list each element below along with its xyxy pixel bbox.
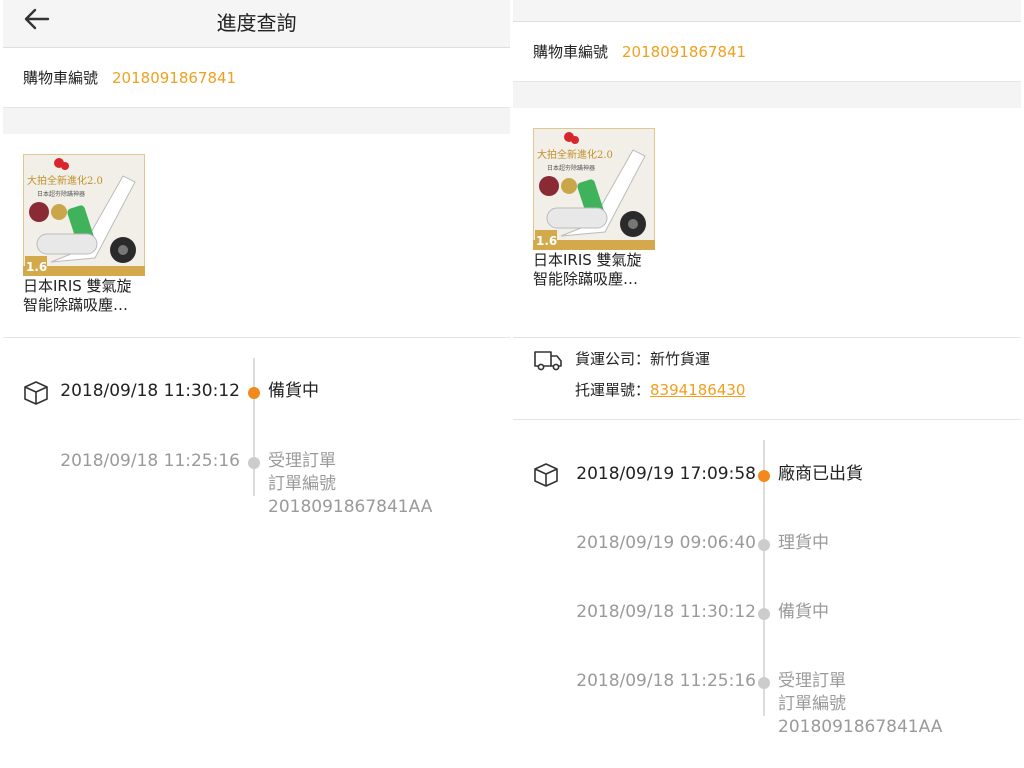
timeline-status: 廠商已出貨 bbox=[778, 464, 863, 484]
product-name-line2: 智能除蹣吸塵… bbox=[23, 296, 129, 314]
cart-number-label: 購物車編號 bbox=[533, 43, 609, 61]
product-item[interactable]: 大拍全新進化2.0 日本超夯除蹣神器 1.6 日本IRIS 雙氣旋 智能除蹣吸塵… bbox=[3, 134, 510, 338]
tracking-number-row: 托運單號：8394186430 bbox=[575, 379, 745, 400]
product-thumbnail[interactable]: 大拍全新進化2.0 日本超夯除蹣神器 1.6 bbox=[533, 128, 655, 250]
timeline-time: 2018/09/19 09:06:40 bbox=[576, 533, 756, 553]
timeline-dot-active bbox=[758, 470, 770, 482]
timeline-time: 2018/09/18 11:30:12 bbox=[576, 602, 756, 622]
product-name-line2: 智能除蹣吸塵… bbox=[533, 270, 639, 288]
timeline-time: 2018/09/18 11:25:16 bbox=[60, 451, 240, 471]
timeline-time: 2018/09/18 11:30:12 bbox=[60, 381, 240, 401]
product-name-line1: 日本IRIS 雙氣旋 bbox=[23, 277, 132, 295]
product-image-headline: 大拍全新進化2.0 bbox=[27, 174, 103, 187]
product-image-headline: 大拍全新進化2.0 bbox=[537, 148, 613, 161]
timeline-line bbox=[253, 358, 255, 496]
cart-number-row: 購物車編號 2018091867841 bbox=[3, 48, 510, 108]
order-number-value: 2018091867841AA bbox=[268, 497, 433, 517]
shipping-company-label: 貨運公司： bbox=[575, 350, 651, 368]
order-progress-panel-left: 進度查詢 購物車編號 2018091867841 大拍全新進化2.0 日本超夯除… bbox=[3, 0, 510, 768]
product-image-badge: 1.6 bbox=[536, 234, 557, 248]
order-number-label: 訂單編號 bbox=[268, 474, 336, 494]
order-timeline: 2018/09/18 11:30:12 備貨中 2018/09/18 11:25… bbox=[3, 338, 510, 638]
shipping-info: 貨運公司：新竹貨運 托運單號：8394186430 bbox=[513, 338, 1021, 420]
timeline-status-text: 受理訂單 bbox=[778, 671, 846, 691]
product-name[interactable]: 日本IRIS 雙氣旋 智能除蹣吸塵… bbox=[533, 251, 663, 289]
timeline-dot bbox=[248, 457, 260, 469]
order-timeline: 2018/09/19 17:09:58 廠商已出貨 2018/09/19 09:… bbox=[513, 420, 1021, 768]
shipping-company-row: 貨運公司：新竹貨運 bbox=[575, 348, 710, 369]
timeline-dot bbox=[758, 539, 770, 551]
timeline-status: 備貨中 bbox=[778, 602, 829, 622]
header-bar-partial bbox=[513, 0, 1021, 22]
timeline-status: 受理訂單 訂單編號 2018091867841AA bbox=[778, 670, 942, 739]
truck-icon bbox=[534, 351, 562, 371]
timeline-dot bbox=[758, 608, 770, 620]
cart-number-value: 2018091867841 bbox=[112, 68, 237, 87]
timeline-time: 2018/09/19 17:09:58 bbox=[576, 464, 756, 484]
order-progress-panel-right: 購物車編號 2018091867841 大拍全新進化2.0 日本超夯除蹣神器 1… bbox=[513, 0, 1021, 768]
timeline-status: 理貨中 bbox=[778, 533, 829, 553]
package-icon bbox=[534, 463, 558, 487]
shipping-company-value: 新竹貨運 bbox=[650, 350, 711, 368]
timeline-dot bbox=[758, 677, 770, 689]
product-item[interactable]: 大拍全新進化2.0 日本超夯除蹣神器 1.6 日本IRIS 雙氣旋 智能除蹣吸塵… bbox=[513, 108, 1021, 338]
order-number-label: 訂單編號 bbox=[778, 694, 846, 714]
product-image-subtitle: 日本超夯除蹣神器 bbox=[547, 164, 595, 172]
product-name[interactable]: 日本IRIS 雙氣旋 智能除蹣吸塵… bbox=[23, 277, 153, 315]
package-icon bbox=[24, 381, 48, 405]
product-image-badge: 1.6 bbox=[26, 260, 47, 274]
cart-number-row: 購物車編號 2018091867841 bbox=[513, 22, 1021, 82]
timeline-status: 受理訂單 訂單編號 2018091867841AA bbox=[268, 450, 432, 519]
tracking-number-label: 托運單號： bbox=[575, 381, 651, 399]
product-image-subtitle: 日本超夯除蹣神器 bbox=[37, 190, 85, 198]
timeline-status: 備貨中 bbox=[268, 381, 319, 401]
timeline-dot-active bbox=[248, 387, 260, 399]
cart-number-label: 購物車編號 bbox=[23, 69, 99, 87]
tracking-number-link[interactable]: 8394186430 bbox=[650, 381, 745, 399]
order-number-value: 2018091867841AA bbox=[778, 717, 943, 737]
product-name-line1: 日本IRIS 雙氣旋 bbox=[533, 251, 642, 269]
section-divider bbox=[513, 82, 1021, 108]
cart-number-value: 2018091867841 bbox=[622, 42, 747, 61]
section-divider bbox=[3, 108, 510, 134]
header-bar: 進度查詢 bbox=[3, 0, 510, 48]
timeline-status-text: 受理訂單 bbox=[268, 451, 336, 471]
product-thumbnail[interactable]: 大拍全新進化2.0 日本超夯除蹣神器 1.6 bbox=[23, 154, 145, 276]
page-title: 進度查詢 bbox=[216, 11, 297, 35]
timeline-time: 2018/09/18 11:25:16 bbox=[576, 671, 756, 691]
